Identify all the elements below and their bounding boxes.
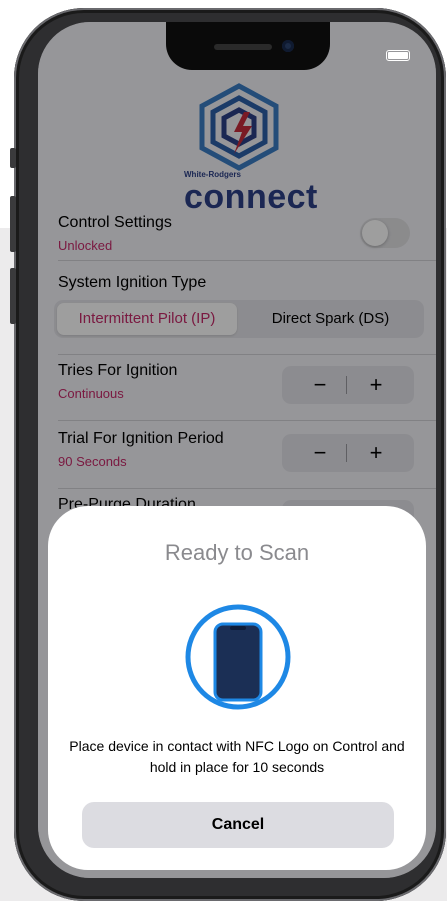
speaker-grille (214, 44, 272, 50)
sheet-title: Ready to Scan (164, 540, 310, 565)
phone-screen: White-Rodgers connect Control Settings U… (38, 22, 436, 878)
mute-switch (10, 148, 16, 168)
sheet-message: Place device in contact with NFC Logo on… (69, 738, 405, 775)
phone-nfc-icon (185, 604, 291, 710)
volume-down-button (10, 268, 16, 324)
front-camera (282, 40, 294, 52)
battery-icon (386, 50, 410, 61)
nfc-scan-sheet: Ready to Scan Place device in contact wi… (48, 506, 426, 870)
volume-up-button (10, 196, 16, 252)
notch (166, 22, 330, 70)
cancel-button[interactable]: Cancel (82, 802, 394, 848)
